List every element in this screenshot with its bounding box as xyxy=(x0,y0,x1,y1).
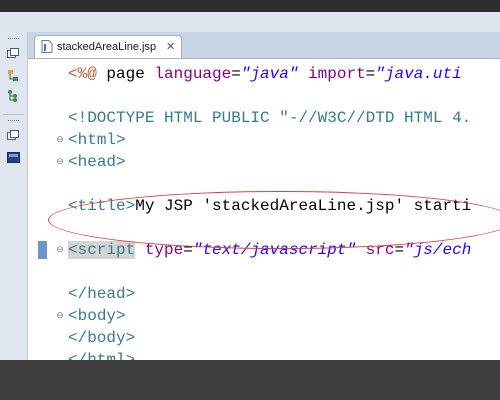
bottom-dark-bar xyxy=(0,360,500,400)
code-line[interactable]: <head> xyxy=(68,151,126,173)
hierarchy-icon[interactable] xyxy=(6,68,20,82)
restore-icon[interactable] xyxy=(6,46,20,60)
code-token: </ xyxy=(68,351,88,360)
view-separator xyxy=(3,114,24,115)
code-token: < xyxy=(68,307,78,325)
ide-window: stackedAreaLine.jsp ✕ <%@ page language=… xyxy=(0,12,500,360)
console-icon[interactable] xyxy=(6,150,20,164)
code-line[interactable]: </head> xyxy=(68,283,135,305)
code-token: > xyxy=(116,307,126,325)
fold-toggle-icon[interactable]: ⊖ xyxy=(56,129,64,151)
toolbar-strip xyxy=(0,12,500,33)
code-token: = xyxy=(365,65,376,83)
top-dark-bar xyxy=(0,0,500,12)
code-line[interactable]: </html> xyxy=(68,349,135,360)
code-token: <%@ xyxy=(68,65,107,83)
outline-icon[interactable] xyxy=(6,88,20,102)
tab-close-icon[interactable]: ✕ xyxy=(166,40,175,53)
code-token: body xyxy=(87,329,126,347)
code-token: = xyxy=(231,65,241,83)
current-line-marker xyxy=(38,241,47,259)
jsp-file-icon xyxy=(41,40,53,53)
code-line[interactable]: </body> xyxy=(68,327,135,349)
code-token: <!DOCTYPE xyxy=(68,109,165,127)
restore-icon-2[interactable] xyxy=(6,128,20,142)
fold-toggle-icon[interactable]: ⊖ xyxy=(56,151,64,173)
code-token: body xyxy=(77,307,117,325)
code-token: > xyxy=(125,351,136,360)
code-token: > xyxy=(125,285,136,303)
code-token: page xyxy=(106,65,155,83)
code-token: > xyxy=(125,329,136,347)
code-token: "java.uti xyxy=(375,65,462,83)
annotation-ellipse xyxy=(48,191,500,249)
code-token: head xyxy=(87,285,126,303)
view-grip[interactable] xyxy=(8,38,19,41)
left-view-stack xyxy=(0,32,28,360)
code-token: < xyxy=(68,153,78,171)
code-token: import xyxy=(298,65,366,83)
code-line[interactable]: <body> xyxy=(68,305,126,327)
tab-label: stackedAreaLine.jsp xyxy=(57,41,157,53)
code-token: "-//W3C//DTD HTML 4. xyxy=(279,109,472,127)
code-token: > xyxy=(116,131,126,149)
code-token: <script xyxy=(68,241,136,259)
code-token: html xyxy=(87,351,126,360)
code-token: < xyxy=(68,131,78,149)
code-token: "java" xyxy=(240,65,299,83)
code-token: head xyxy=(77,153,117,171)
code-line[interactable]: <%@ page language="java" import="java.ut… xyxy=(68,63,462,85)
fold-toggle-icon[interactable]: ⊖ xyxy=(56,239,64,261)
tab-stackedarealine-jsp[interactable]: stackedAreaLine.jsp ✕ xyxy=(34,35,182,58)
code-token: html xyxy=(77,131,117,149)
code-token: language xyxy=(154,65,232,83)
code-token: </ xyxy=(68,329,88,347)
view-grip-2[interactable] xyxy=(8,120,19,123)
left-ruler xyxy=(28,59,58,360)
fold-toggle-icon[interactable]: ⊖ xyxy=(56,305,64,327)
editor-tab-strip: stackedAreaLine.jsp ✕ xyxy=(28,32,500,59)
code-token: > xyxy=(116,153,126,171)
code-line[interactable]: <html> xyxy=(68,129,126,151)
code-token: HTML PUBLIC xyxy=(164,109,280,127)
code-line[interactable]: <!DOCTYPE HTML PUBLIC "-//W3C//DTD HTML … xyxy=(68,107,471,129)
code-token: </ xyxy=(68,285,88,303)
